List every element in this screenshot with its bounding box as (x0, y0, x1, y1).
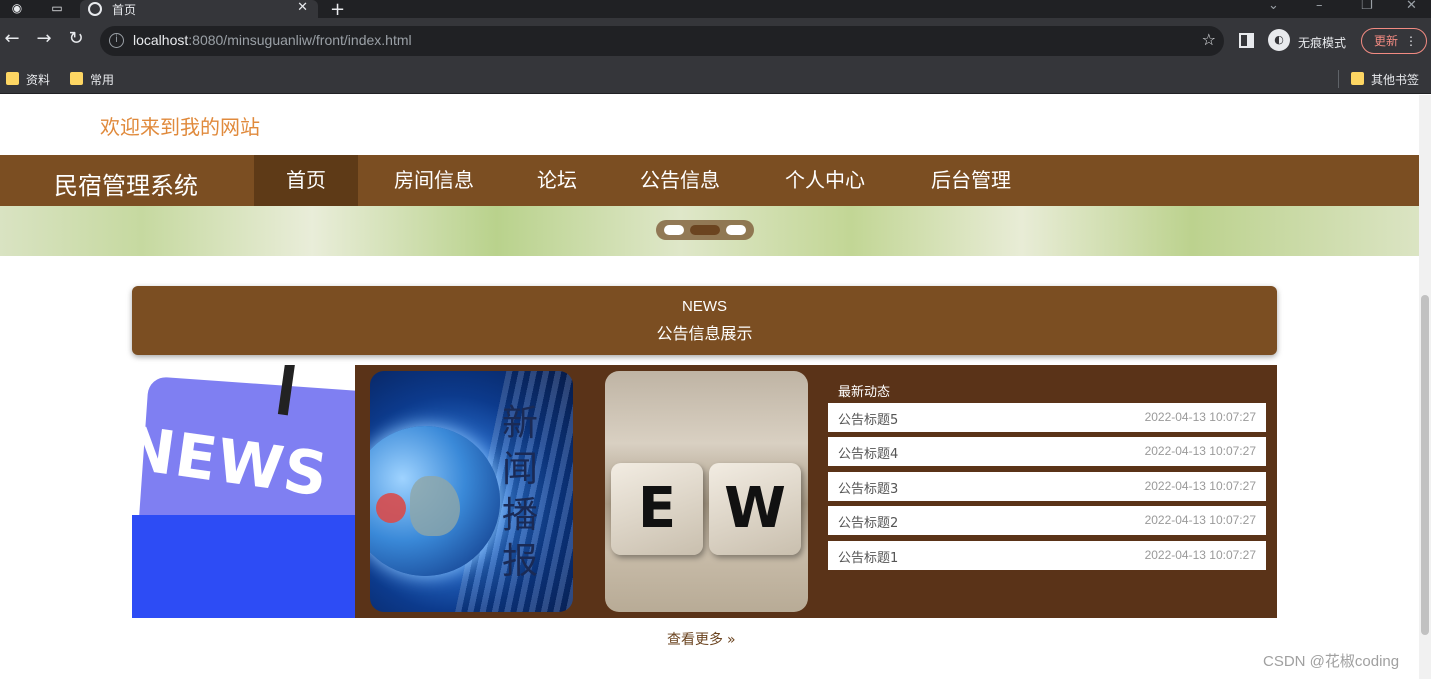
notice-row[interactable]: 公告标题4 2022-04-13 10:07:27 (828, 437, 1266, 466)
notice-title: 公告标题4 (838, 447, 899, 462)
notice-row[interactable]: 公告标题2 2022-04-13 10:07:27 (828, 506, 1266, 535)
news-image-2[interactable]: 新闻播报 (370, 371, 573, 612)
side-panel-icon[interactable] (1239, 33, 1254, 48)
folder-icon (70, 72, 83, 85)
update-button[interactable]: 更新 ⋮ (1361, 28, 1427, 54)
site-info-icon[interactable]: i (109, 33, 124, 48)
url-text: localhost:8080/minsuguanliw/front/index.… (133, 32, 412, 48)
notice-row[interactable]: 公告标题3 2022-04-13 10:07:27 (828, 472, 1266, 501)
address-bar[interactable]: i localhost:8080/minsuguanliw/front/inde… (100, 26, 1224, 56)
bookmark-star-icon[interactable]: ☆ (1202, 30, 1216, 49)
bookmark-label: 常用 (90, 73, 115, 87)
bookmark-folder-2[interactable]: 常用 (70, 71, 114, 88)
notice-date: 2022-04-13 10:07:27 (1144, 513, 1256, 527)
news-section-header: NEWS 公告信息展示 (132, 286, 1277, 355)
mouse-cursor-highlight (376, 493, 406, 523)
tab-close-icon[interactable]: ✕ (297, 0, 308, 15)
tab-favicon-icon (88, 2, 102, 16)
news-header-en: NEWS (682, 298, 727, 315)
forward-icon[interactable]: → (32, 28, 56, 49)
bookmark-label: 资料 (26, 73, 51, 87)
nav-forum[interactable]: 论坛 (508, 155, 606, 206)
bookmark-folder-1[interactable]: 资料 (6, 71, 50, 88)
notice-title: 公告标题1 (838, 551, 899, 566)
carousel-dot-active[interactable] (690, 225, 720, 235)
url-path: :8080/minsuguanliw/front/index.html (188, 32, 412, 48)
url-host: localhost (133, 32, 189, 48)
notice-row[interactable]: 公告标题1 2022-04-13 10:07:27 (828, 541, 1266, 570)
notice-date: 2022-04-13 10:07:27 (1144, 444, 1256, 458)
restore-icon[interactable]: ❐ (1361, 0, 1373, 13)
other-bookmarks-label: 其他书签 (1371, 73, 1420, 87)
view-more-link[interactable]: 查看更多» (667, 629, 736, 649)
globe-icon[interactable]: ◉ (4, 0, 30, 18)
browser-tab[interactable]: 首页 ✕ (80, 0, 318, 18)
site-brand[interactable]: 民宿管理系统 (54, 166, 198, 201)
nav-home[interactable]: 首页 (254, 155, 358, 206)
news-section: NEWS 新闻播报 E W 最新动态 公告标题5 2022-04-13 10:0… (132, 365, 1277, 618)
notice-title: 公告标题5 (838, 413, 899, 428)
nav-profile[interactable]: 个人中心 (755, 155, 895, 206)
back-icon[interactable]: ← (0, 28, 24, 49)
browser-toolbar: ← → ↻ i localhost:8080/minsuguanliw/fron… (0, 18, 1431, 64)
tab-overview-icon[interactable]: ▭ (44, 0, 70, 18)
carousel-banner[interactable] (0, 206, 1419, 256)
nav-rooms[interactable]: 房间信息 (364, 155, 504, 206)
notice-date: 2022-04-13 10:07:27 (1144, 548, 1256, 562)
double-chevron-right-icon: » (727, 632, 736, 648)
menu-dots-icon[interactable]: ⋮ (1405, 29, 1417, 53)
notice-row[interactable]: 公告标题5 2022-04-13 10:07:27 (828, 403, 1266, 432)
news-image-3[interactable]: E W (605, 371, 808, 612)
page-scrollbar[interactable] (1419, 95, 1431, 679)
tab-title: 首页 (112, 3, 137, 17)
csdn-watermark: CSDN @花椒coding (1263, 653, 1400, 670)
notice-date: 2022-04-13 10:07:27 (1144, 479, 1256, 493)
news-image-bg (132, 515, 355, 618)
other-bookmarks[interactable]: 其他书签 (1351, 71, 1419, 88)
news-header-cn: 公告信息展示 (656, 324, 753, 343)
nav-admin[interactable]: 后台管理 (900, 155, 1042, 206)
new-tab-icon[interactable]: + (330, 0, 345, 20)
minimize-icon[interactable]: – (1316, 0, 1323, 13)
latest-news-title: 最新动态 (838, 385, 891, 400)
main-navbar: 民宿管理系统 首页 房间信息 论坛 公告信息 个人中心 后台管理 (0, 155, 1419, 206)
latest-news-panel: 最新动态 公告标题5 2022-04-13 10:07:27 公告标题4 202… (828, 365, 1277, 618)
carousel-dot[interactable] (664, 225, 684, 235)
incognito-label: 无痕模式 (1298, 36, 1347, 50)
browser-tab-strip: ◉ ▭ 首页 ✕ + ⌄ – ❐ ✕ (0, 0, 1431, 20)
incognito-icon[interactable]: ◐ (1268, 29, 1290, 51)
carousel-dot[interactable] (726, 225, 746, 235)
folder-icon (1351, 72, 1364, 85)
bookmarks-bar: 资料 常用 其他书签 (0, 64, 1431, 94)
page-viewport: 欢迎来到我的网站 民宿管理系统 首页 房间信息 论坛 公告信息 个人中心 后台管… (0, 95, 1419, 679)
notice-title: 公告标题3 (838, 482, 899, 497)
nav-notices[interactable]: 公告信息 (610, 155, 750, 206)
view-more-label: 查看更多 (667, 632, 723, 648)
scrollbar-thumb[interactable] (1421, 295, 1429, 635)
letter-cube-w: W (709, 463, 801, 555)
update-label: 更新 (1374, 34, 1399, 48)
notice-date: 2022-04-13 10:07:27 (1144, 410, 1256, 424)
carousel-pagination (656, 220, 754, 240)
notice-title: 公告标题2 (838, 516, 899, 531)
news-image-1[interactable]: NEWS (132, 365, 355, 618)
close-window-icon[interactable]: ✕ (1406, 0, 1417, 13)
tab-search-icon[interactable]: ⌄ (1268, 0, 1279, 13)
reload-icon[interactable]: ↻ (64, 28, 88, 49)
welcome-text: 欢迎来到我的网站 (100, 115, 260, 139)
globe-caption: 新闻播报 (502, 403, 539, 582)
bookmark-separator (1338, 70, 1339, 88)
folder-icon (6, 72, 19, 85)
letter-cube-e: E (611, 463, 703, 555)
